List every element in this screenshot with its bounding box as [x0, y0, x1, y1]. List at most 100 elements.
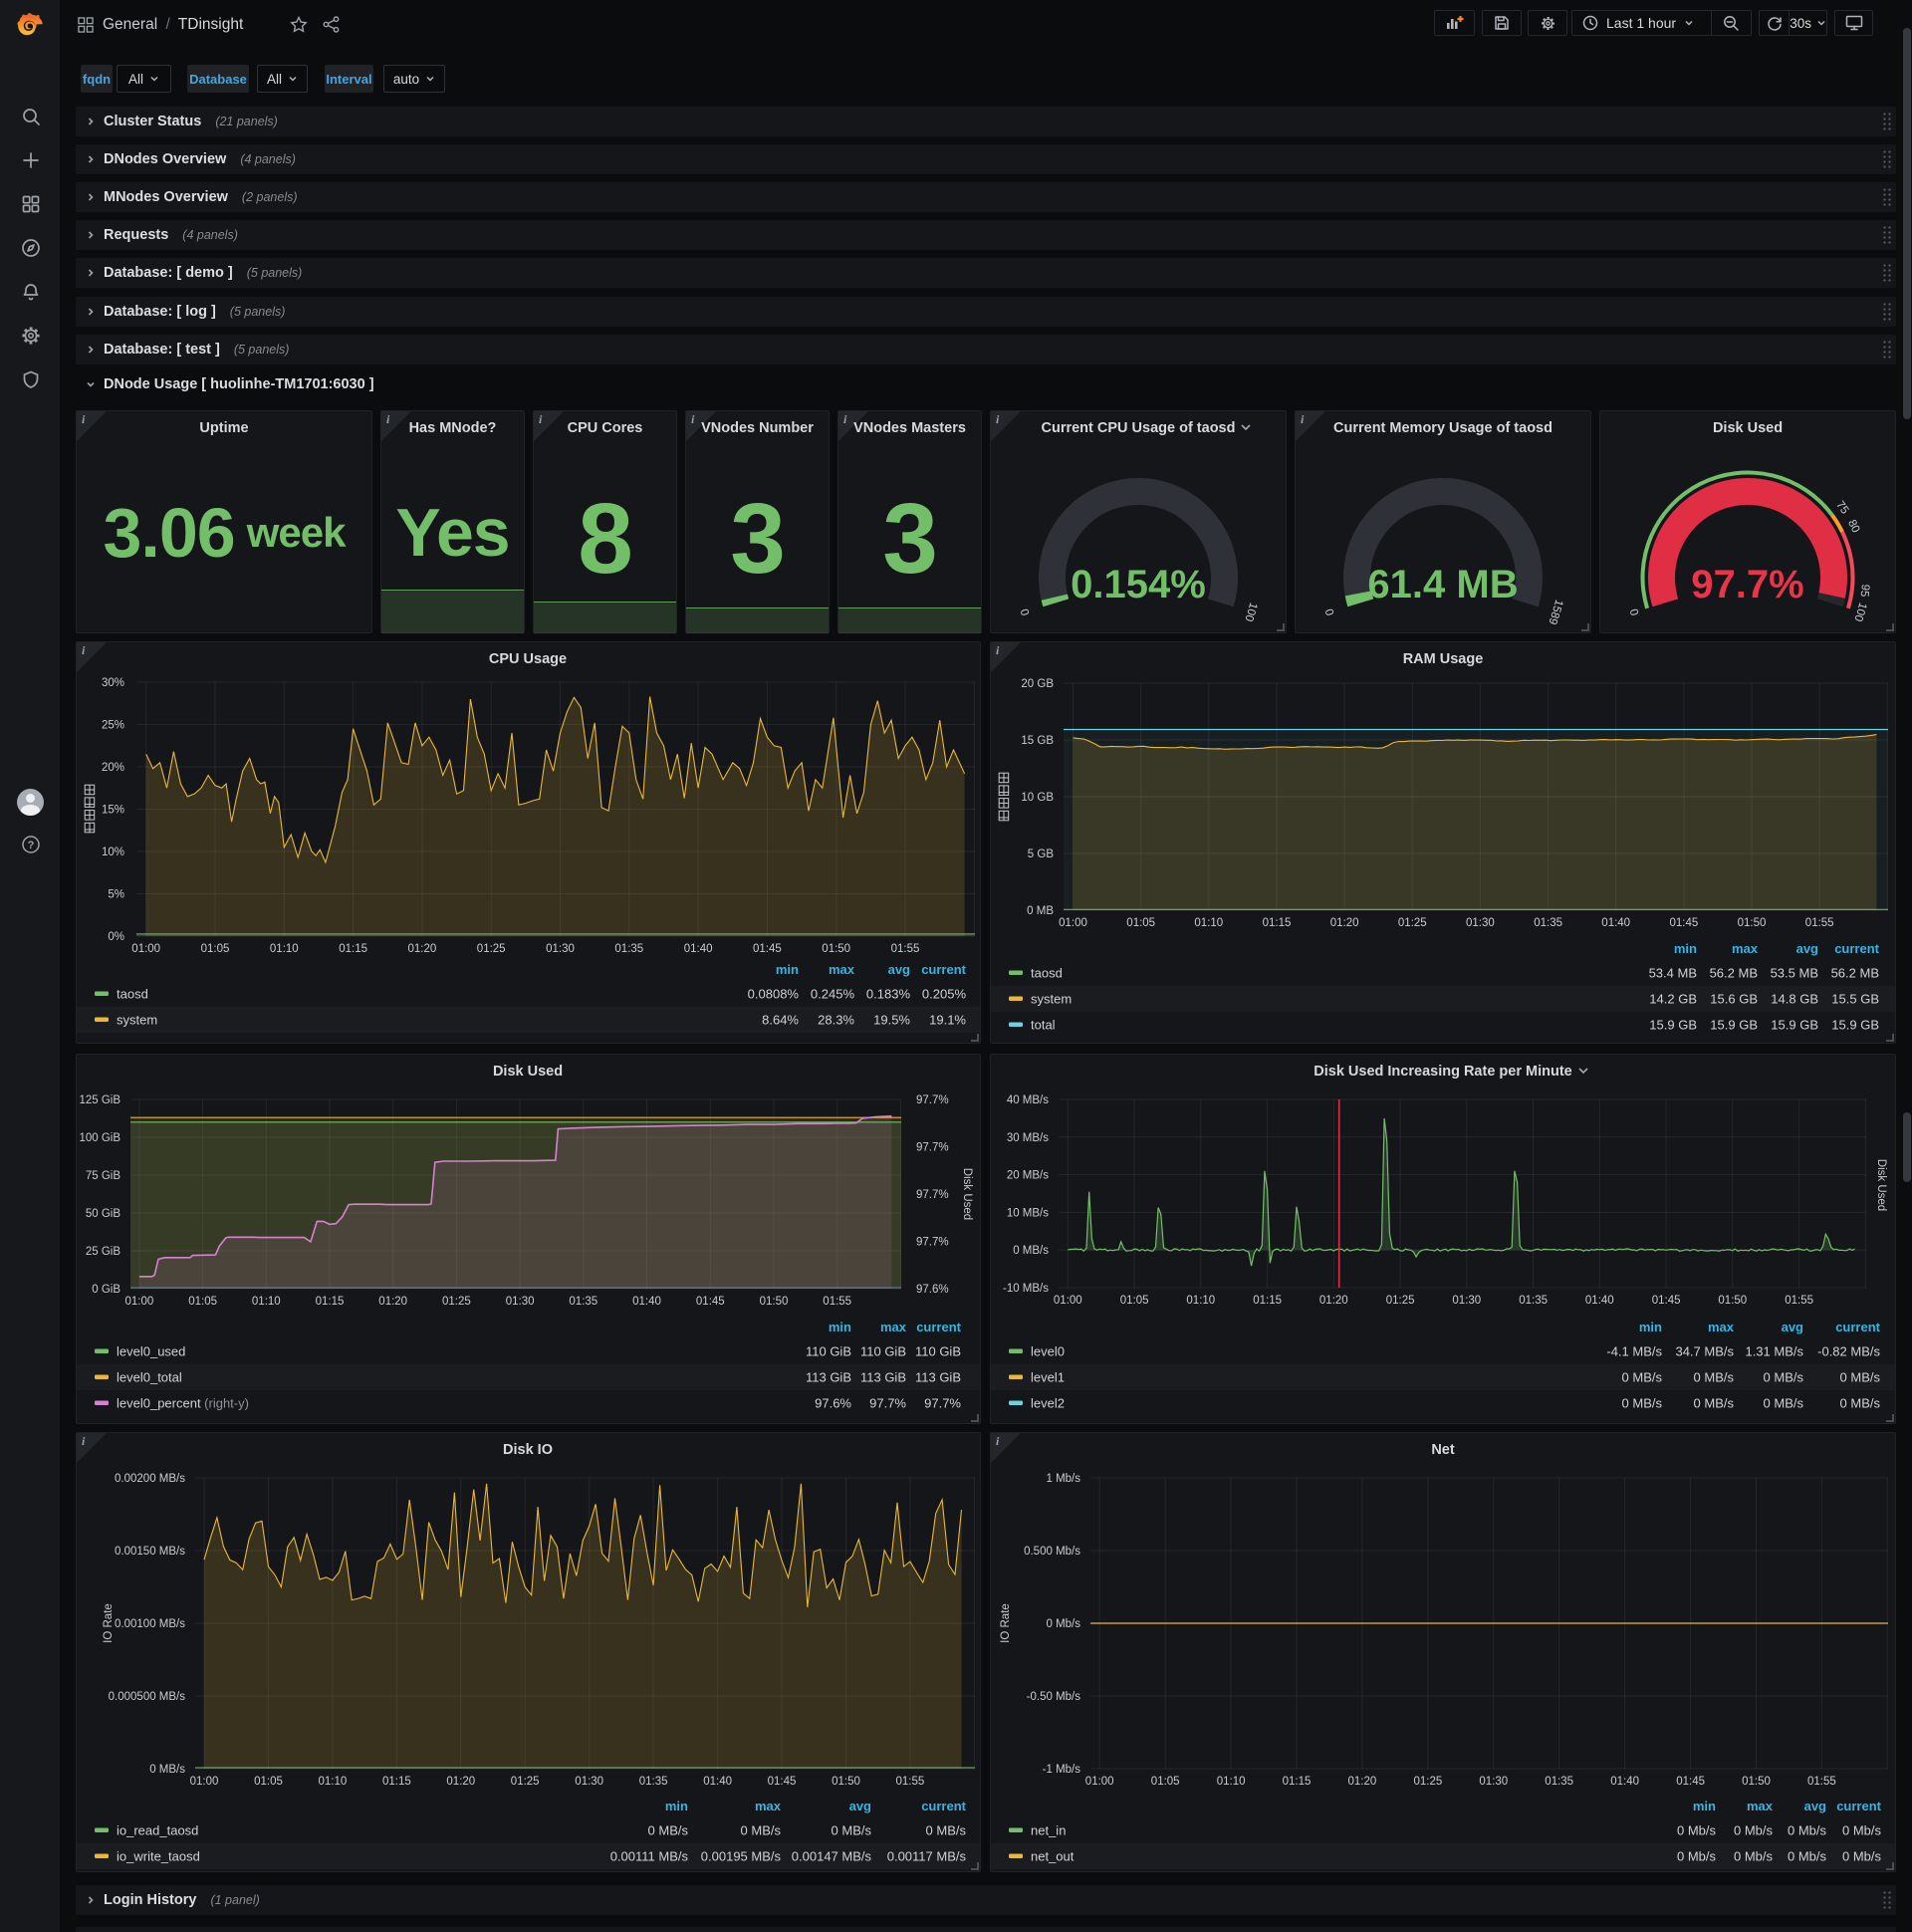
- svg-text:0 Mb/s: 0 Mb/s: [1788, 1849, 1827, 1864]
- svg-text:level0: level0: [1031, 1344, 1065, 1359]
- svg-text:0 MB/s: 0 MB/s: [1622, 1396, 1663, 1411]
- svg-text:01:10: 01:10: [270, 943, 299, 955]
- svg-text:01:00: 01:00: [1085, 1776, 1114, 1788]
- svg-text:97.7%: 97.7%: [916, 1189, 949, 1201]
- svg-text:Net: Net: [1431, 1442, 1455, 1458]
- svg-text:10 MB/s: 10 MB/s: [1007, 1207, 1049, 1219]
- svg-text:61.4 MB: 61.4 MB: [1367, 563, 1518, 606]
- svg-text:01:05: 01:05: [254, 1776, 283, 1788]
- svg-text:0 Mb/s: 0 Mb/s: [1788, 1823, 1827, 1838]
- svg-text:0: 0: [1019, 607, 1032, 617]
- svg-text:97.7%: 97.7%: [916, 1237, 949, 1249]
- svg-text:io_read_taosd: io_read_taosd: [117, 1823, 198, 1838]
- svg-text:97.7%: 97.7%: [869, 1396, 906, 1411]
- svg-text:0 Mb/s: 0 Mb/s: [1677, 1849, 1717, 1864]
- svg-text:01:30: 01:30: [1479, 1776, 1508, 1788]
- svg-text:01:30: 01:30: [506, 1296, 535, 1308]
- svg-text:5%: 5%: [108, 889, 124, 901]
- svg-text:80: 80: [1845, 518, 1861, 535]
- svg-text:01:35: 01:35: [614, 943, 643, 955]
- svg-text:34.7 MB/s: 34.7 MB/s: [1675, 1344, 1734, 1359]
- svg-text:Disk Used: Disk Used: [961, 1168, 973, 1220]
- svg-text:01:50: 01:50: [1738, 917, 1767, 929]
- svg-text:15.9 GB: 15.9 GB: [1831, 1018, 1879, 1033]
- svg-text:0.245%: 0.245%: [811, 987, 855, 1002]
- svg-text:net_out: net_out: [1031, 1849, 1075, 1864]
- svg-text:level1: level1: [1031, 1370, 1065, 1385]
- svg-text:min: min: [829, 1320, 851, 1334]
- svg-text:0 MB/s: 0 MB/s: [1694, 1396, 1735, 1411]
- svg-text:0 MB/s: 0 MB/s: [741, 1823, 782, 1838]
- svg-text:avg: avg: [1782, 1320, 1803, 1334]
- svg-text:15.5 GB: 15.5 GB: [1831, 992, 1879, 1007]
- svg-text:113 GiB: 113 GiB: [915, 1370, 961, 1385]
- svg-text:io_write_taosd: io_write_taosd: [117, 1849, 200, 1864]
- svg-text:avg: avg: [888, 962, 910, 977]
- svg-text:01:05: 01:05: [1120, 1295, 1149, 1307]
- svg-text:97.7%: 97.7%: [916, 1142, 949, 1154]
- svg-text:0.000500 MB/s: 0.000500 MB/s: [109, 1691, 186, 1703]
- svg-text:0 MB/s: 0 MB/s: [1840, 1396, 1881, 1411]
- svg-text:01:00: 01:00: [131, 943, 160, 955]
- svg-text:01:25: 01:25: [442, 1296, 471, 1308]
- svg-text:0%: 0%: [108, 931, 124, 943]
- svg-text:01:55: 01:55: [823, 1296, 851, 1308]
- svg-text:0: 0: [1323, 607, 1336, 617]
- svg-text:level0_total: level0_total: [117, 1370, 182, 1385]
- svg-text:current: current: [1834, 941, 1879, 956]
- svg-text:01:00: 01:00: [1054, 1295, 1082, 1307]
- svg-text:01:50: 01:50: [760, 1296, 789, 1308]
- svg-text:0 Mb/s: 0 Mb/s: [1734, 1849, 1774, 1864]
- svg-text:110 GiB: 110 GiB: [860, 1344, 906, 1359]
- svg-text:current: current: [1835, 1320, 1880, 1334]
- svg-text:0.00100 MB/s: 0.00100 MB/s: [115, 1618, 185, 1630]
- svg-text:01:25: 01:25: [511, 1776, 540, 1788]
- svg-text:01:05: 01:05: [1126, 917, 1155, 929]
- svg-text:97.6%: 97.6%: [916, 1284, 949, 1296]
- svg-text:01:30: 01:30: [1466, 917, 1495, 929]
- svg-text:01:35: 01:35: [569, 1296, 598, 1308]
- svg-text:-1 Mb/s: -1 Mb/s: [1043, 1764, 1081, 1776]
- svg-text:01:20: 01:20: [446, 1776, 475, 1788]
- svg-text:01:40: 01:40: [1585, 1295, 1614, 1307]
- svg-text:56.2 MB: 56.2 MB: [1831, 966, 1879, 981]
- svg-text:19.5%: 19.5%: [873, 1013, 910, 1028]
- svg-text:50 GiB: 50 GiB: [86, 1208, 120, 1220]
- svg-text:01:25: 01:25: [477, 943, 506, 955]
- svg-text:0 GiB: 0 GiB: [92, 1284, 120, 1296]
- svg-text:current: current: [916, 1320, 961, 1334]
- svg-text:20 MB/s: 20 MB/s: [1007, 1170, 1049, 1182]
- svg-text:01:05: 01:05: [188, 1296, 217, 1308]
- svg-text:01:45: 01:45: [768, 1776, 797, 1788]
- svg-text:level0_percent (right-y): level0_percent (right-y): [117, 1396, 249, 1411]
- svg-text:01:10: 01:10: [1186, 1295, 1215, 1307]
- svg-text:01:05: 01:05: [1151, 1776, 1180, 1788]
- svg-text:system: system: [117, 1013, 157, 1028]
- svg-text:19.1%: 19.1%: [929, 1013, 966, 1028]
- svg-text:?: ?: [28, 840, 35, 851]
- svg-text:01:40: 01:40: [632, 1296, 661, 1308]
- svg-text:current: current: [1836, 1799, 1881, 1813]
- svg-text:01:30: 01:30: [575, 1776, 603, 1788]
- svg-text:15.9 GB: 15.9 GB: [1710, 1018, 1758, 1033]
- svg-text:0.00147 MB/s: 0.00147 MB/s: [792, 1849, 872, 1864]
- svg-text:01:40: 01:40: [1610, 1776, 1639, 1788]
- svg-text:01:55: 01:55: [1807, 1776, 1836, 1788]
- svg-text:01:30: 01:30: [546, 943, 575, 955]
- svg-text:53.4 MB: 53.4 MB: [1649, 966, 1697, 981]
- svg-text:Disk IO: Disk IO: [503, 1442, 553, 1458]
- svg-text:100: 100: [1851, 602, 1868, 623]
- svg-text:max: max: [1747, 1799, 1774, 1813]
- svg-text:0 Mb/s: 0 Mb/s: [1734, 1823, 1774, 1838]
- svg-text:1.31 MB/s: 1.31 MB/s: [1745, 1344, 1803, 1359]
- svg-text:30%: 30%: [102, 677, 124, 689]
- svg-text:01:45: 01:45: [1652, 1295, 1681, 1307]
- svg-text:01:40: 01:40: [1601, 917, 1630, 929]
- svg-text:1589: 1589: [1546, 598, 1564, 625]
- svg-text:01:00: 01:00: [1059, 917, 1087, 929]
- svg-text:01:50: 01:50: [822, 943, 850, 955]
- svg-text:current: current: [921, 1799, 966, 1813]
- svg-text:01:25: 01:25: [1386, 1295, 1415, 1307]
- svg-text:01:15: 01:15: [382, 1776, 411, 1788]
- svg-text:-0.50 Mb/s: -0.50 Mb/s: [1027, 1691, 1081, 1703]
